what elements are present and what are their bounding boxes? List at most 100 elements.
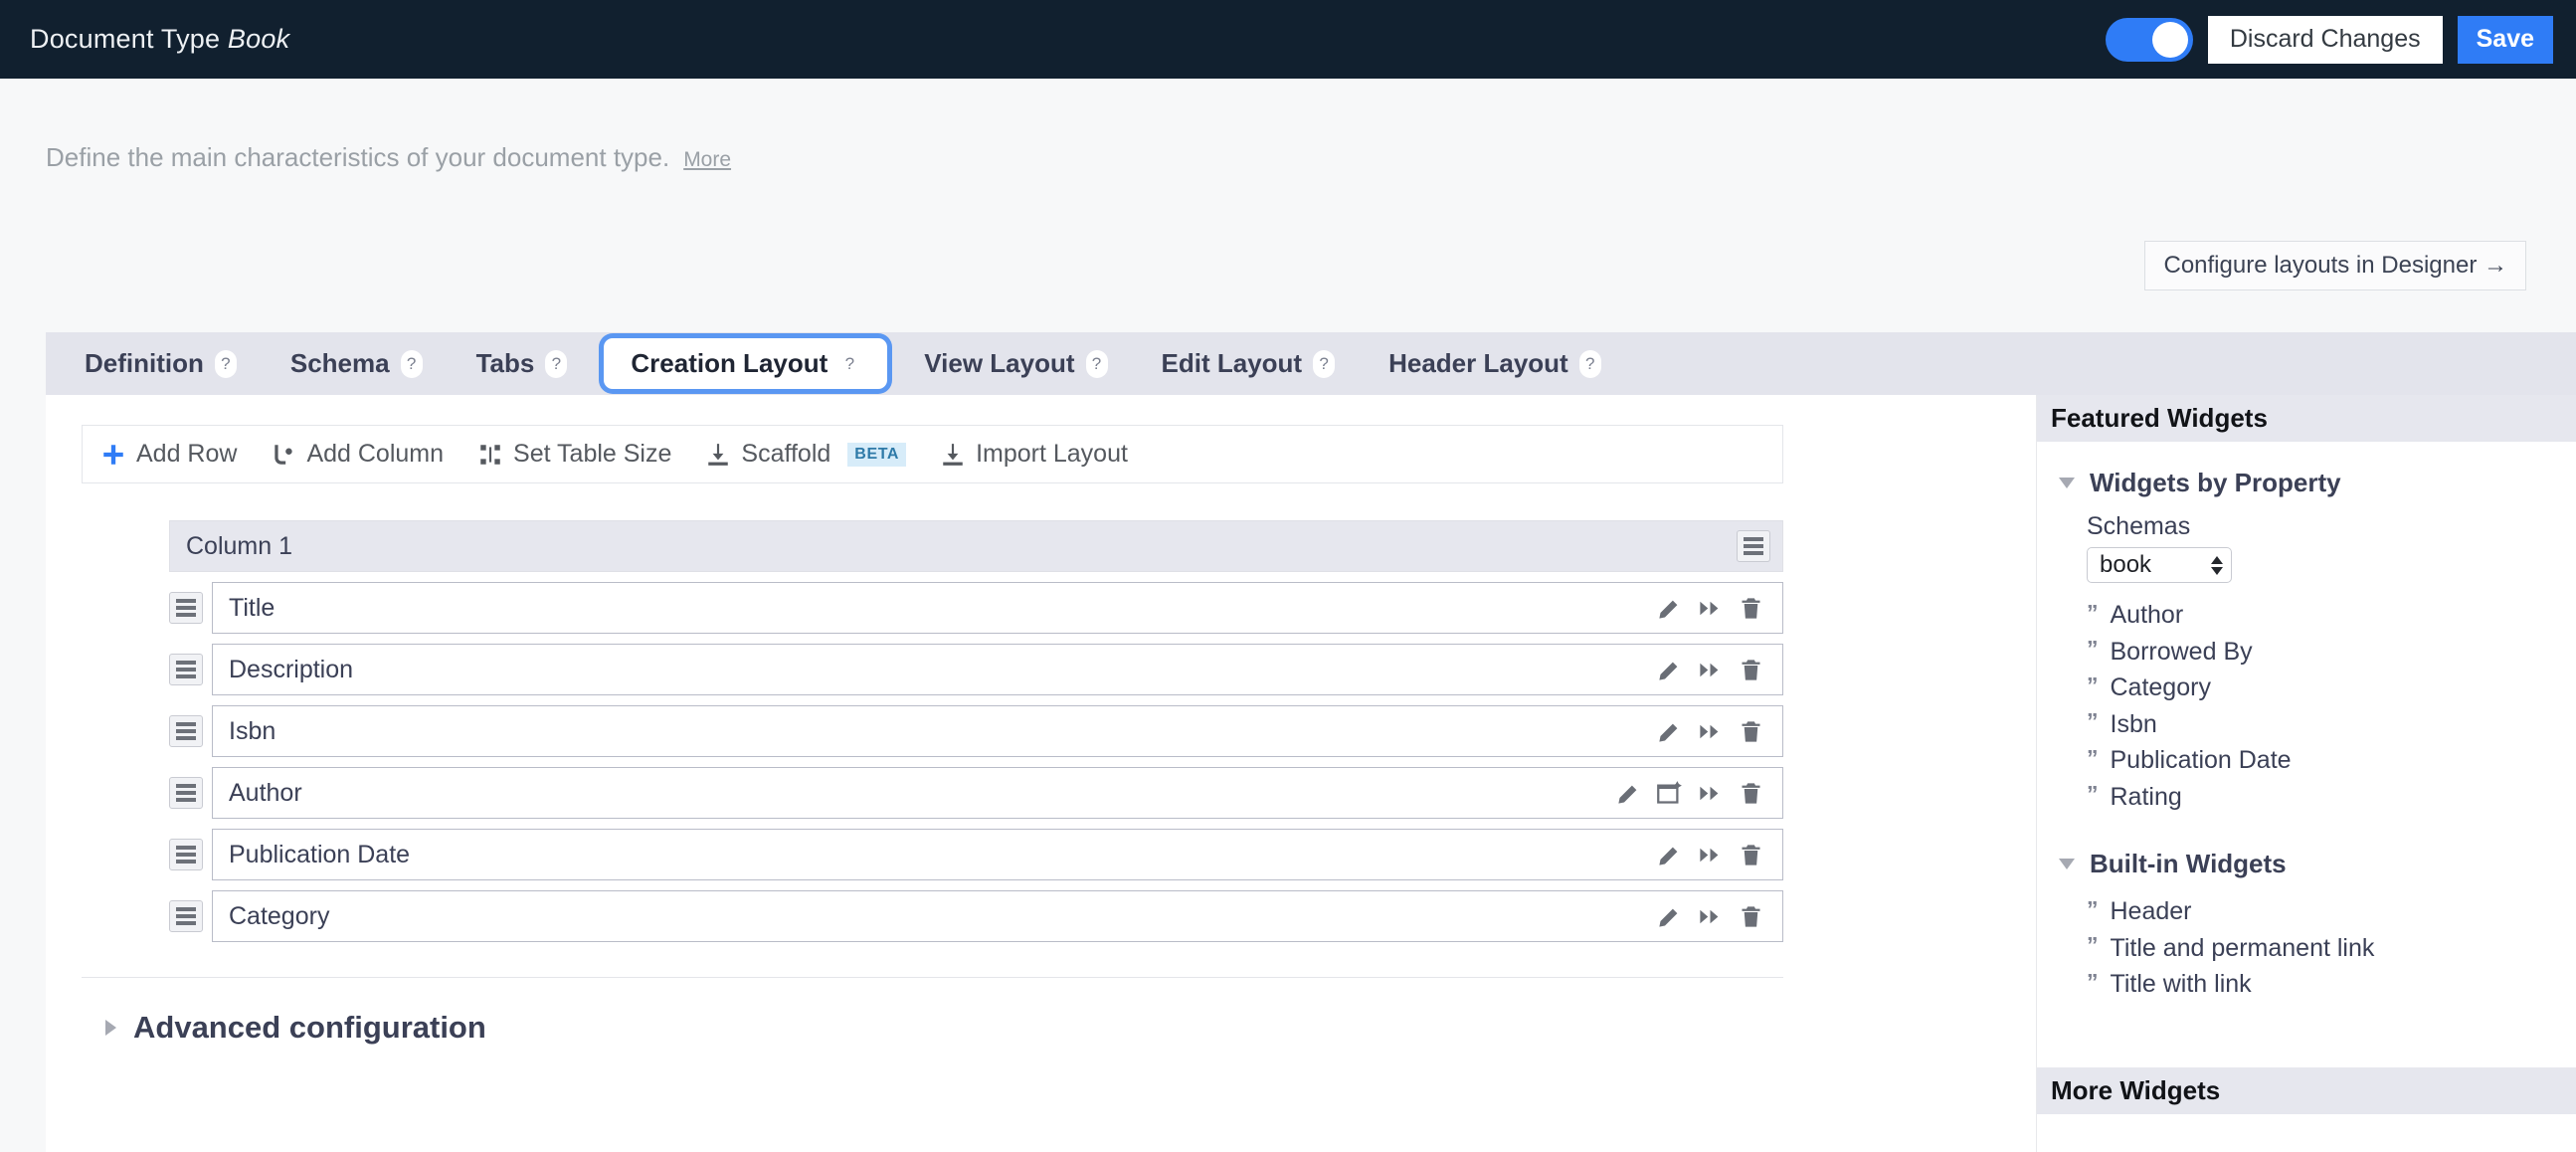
tab-view-layout[interactable]: View Layout ? xyxy=(897,332,1134,395)
list-item[interactable]: ” Author xyxy=(2087,597,2576,634)
delete-icon[interactable] xyxy=(1738,903,1764,930)
tab-bar: Definition ? Schema ? Tabs ? Creation La… xyxy=(46,332,2576,395)
tool-label: Set Table Size xyxy=(513,440,672,468)
delete-icon[interactable] xyxy=(1738,657,1764,683)
add-row-button[interactable]: Add Row xyxy=(100,440,237,469)
tool-label: Add Row xyxy=(136,440,238,468)
edit-icon[interactable] xyxy=(1656,718,1683,745)
group-built-in-widgets[interactable]: Built-in Widgets xyxy=(2059,849,2576,879)
list-item[interactable]: ” Title and permanent link xyxy=(2087,930,2576,967)
widget-cell[interactable]: Isbn xyxy=(212,705,1783,757)
move-icon[interactable] xyxy=(1697,903,1724,930)
delete-icon[interactable] xyxy=(1738,595,1764,622)
page-description-text: Define the main characteristics of your … xyxy=(46,142,670,172)
tab-header-layout[interactable]: Header Layout ? xyxy=(1362,332,1628,395)
drag-handle-icon[interactable] xyxy=(169,900,203,932)
add-column-icon xyxy=(271,442,296,468)
schemas-select[interactable]: book xyxy=(2087,547,2232,583)
edit-icon[interactable] xyxy=(1656,903,1683,930)
layout-table: Column 1 Title Description Isbn Author P… xyxy=(169,520,1783,942)
delete-icon[interactable] xyxy=(1738,780,1764,807)
list-item[interactable]: ” Rating xyxy=(2087,779,2576,816)
download-icon xyxy=(940,442,966,468)
page-title-prefix: Document Type xyxy=(30,24,221,54)
list-item-label: Rating xyxy=(2110,782,2182,811)
row-actions xyxy=(1656,903,1764,930)
quote-icon: ” xyxy=(2087,895,2099,922)
table-row: Description xyxy=(169,644,1783,695)
more-widgets-header[interactable]: More Widgets xyxy=(2037,1067,2576,1114)
group-widgets-by-property[interactable]: Widgets by Property xyxy=(2059,468,2576,498)
move-icon[interactable] xyxy=(1697,718,1724,745)
list-item[interactable]: ” Isbn xyxy=(2087,706,2576,743)
drag-handle-icon[interactable] xyxy=(169,715,203,747)
help-icon[interactable]: ? xyxy=(1578,349,1601,378)
advanced-configuration-toggle[interactable]: Advanced configuration xyxy=(105,1010,486,1046)
move-icon[interactable] xyxy=(1697,657,1724,683)
edit-icon[interactable] xyxy=(1656,657,1683,683)
widgets-panel-body: Widgets by Property Schemas book ” Autho… xyxy=(2037,442,2576,1003)
widget-cell[interactable]: Publication Date xyxy=(212,829,1783,880)
resize-table-icon xyxy=(477,442,503,468)
page-title-name: Book xyxy=(227,24,290,54)
chevron-down-icon xyxy=(2059,859,2075,869)
toggle-knob xyxy=(2151,21,2188,58)
tab-label: Edit Layout xyxy=(1161,348,1303,378)
help-icon[interactable]: ? xyxy=(400,349,423,378)
quote-icon: ” xyxy=(2087,708,2099,735)
section-divider xyxy=(82,977,1783,978)
schemas-select-value: book xyxy=(2100,551,2152,578)
delete-icon[interactable] xyxy=(1738,842,1764,868)
list-item[interactable]: ” Category xyxy=(2087,670,2576,706)
configure-layouts-in-designer-button[interactable]: Configure layouts in Designer → xyxy=(2144,241,2526,290)
list-item[interactable]: ” Title with link xyxy=(2087,966,2576,1003)
quote-icon: ” xyxy=(2087,744,2099,771)
drag-handle-icon[interactable] xyxy=(1737,530,1770,562)
edit-icon[interactable] xyxy=(1656,842,1683,868)
list-item[interactable]: ” Borrowed By xyxy=(2087,634,2576,671)
help-icon[interactable]: ? xyxy=(1085,349,1108,378)
tab-creation-layout[interactable]: Creation Layout ? xyxy=(604,338,888,389)
table-row: Author xyxy=(169,767,1783,819)
add-column-button[interactable]: Add Column xyxy=(271,440,444,469)
discard-changes-button[interactable]: Discard Changes xyxy=(2207,15,2443,64)
drag-handle-icon[interactable] xyxy=(169,654,203,685)
help-icon[interactable]: ? xyxy=(545,349,568,378)
move-icon[interactable] xyxy=(1697,595,1724,622)
more-link[interactable]: More xyxy=(683,148,731,172)
tab-tabs[interactable]: Tabs ? xyxy=(450,332,595,395)
tab-label: View Layout xyxy=(924,348,1075,378)
widget-cell[interactable]: Description xyxy=(212,644,1783,695)
drag-handle-icon[interactable] xyxy=(169,777,203,809)
table-row: Publication Date xyxy=(169,829,1783,880)
edit-icon[interactable] xyxy=(1615,780,1642,807)
list-item[interactable]: ” Header xyxy=(2087,893,2576,930)
quote-icon: ” xyxy=(2087,968,2099,995)
open-window-icon[interactable] xyxy=(1656,780,1683,807)
list-item[interactable]: ” Publication Date xyxy=(2087,742,2576,779)
drag-handle-icon[interactable] xyxy=(169,839,203,870)
drag-handle-icon[interactable] xyxy=(169,592,203,624)
help-icon[interactable]: ? xyxy=(838,349,861,378)
set-table-size-button[interactable]: Set Table Size xyxy=(477,440,671,469)
enable-toggle[interactable] xyxy=(2105,17,2193,62)
tab-schema[interactable]: Schema ? xyxy=(264,332,450,395)
save-button[interactable]: Save xyxy=(2457,15,2553,64)
import-layout-button[interactable]: Import Layout xyxy=(940,440,1128,469)
delete-icon[interactable] xyxy=(1738,718,1764,745)
quote-icon: ” xyxy=(2087,672,2099,698)
widget-cell[interactable]: Author xyxy=(212,767,1783,819)
help-icon[interactable]: ? xyxy=(1313,349,1336,378)
beta-badge: BETA xyxy=(847,442,907,467)
edit-icon[interactable] xyxy=(1656,595,1683,622)
widget-cell[interactable]: Title xyxy=(212,582,1783,634)
help-icon[interactable]: ? xyxy=(214,349,237,378)
tab-edit-layout[interactable]: Edit Layout ? xyxy=(1135,332,1363,395)
tab-definition[interactable]: Definition ? xyxy=(58,332,264,395)
row-actions xyxy=(1656,657,1764,683)
widget-cell[interactable]: Category xyxy=(212,890,1783,942)
move-icon[interactable] xyxy=(1697,780,1724,807)
column-header: Column 1 xyxy=(169,520,1783,572)
scaffold-button[interactable]: Scaffold BETA xyxy=(705,440,907,469)
move-icon[interactable] xyxy=(1697,842,1724,868)
